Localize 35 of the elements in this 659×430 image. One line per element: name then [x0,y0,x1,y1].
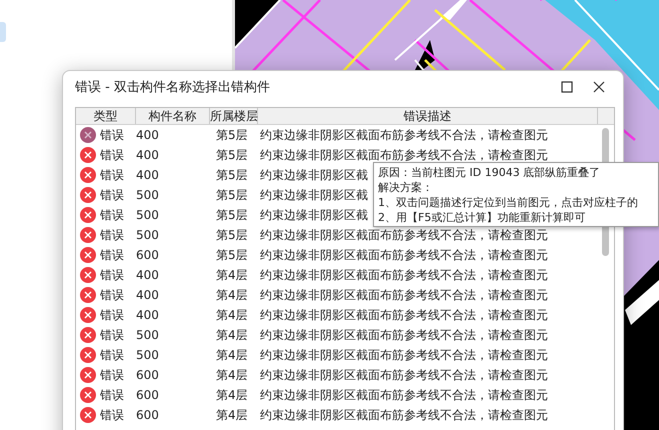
floor-cell-text: 第5层 [215,246,249,264]
tooltip-line: 2、用【F5或汇总计算】功能重新计算即可 [378,210,586,225]
type-cell: 错误 [100,286,124,304]
dialog-title: 错误 - 双击构件名称选择出错构件 [75,79,271,96]
tooltip-line: 解决方案： [378,180,434,195]
type-cell: 错误 [100,346,124,364]
type-cell: 错误 [100,166,124,184]
floor-cell-text: 第5层 [215,226,249,244]
type-cell: 错误 [100,406,124,424]
type-cell: 错误 [100,226,124,244]
floor-cell-text: 第4层 [215,306,249,324]
type-cell: 错误 [100,366,124,384]
tooltip-line: 1、双击问题描述行定位到当前图元，点击对应柱子的 [378,195,639,210]
floor-cell-text: 第4层 [215,286,249,304]
floor-cell-text: 第5层 [215,166,249,184]
type-cell: 错误 [100,326,124,344]
type-cell: 错误 [100,306,124,324]
floor-cell-text: 第4层 [215,266,249,284]
type-cell: 错误 [100,266,124,284]
type-cell: 错误 [100,126,124,144]
floor-cell-text: 第4层 [215,406,249,424]
floor-cell-text: 第4层 [215,346,249,364]
floor-cell-text: 第4层 [215,386,249,404]
floor-cell-text: 第5层 [215,206,249,224]
type-cell: 错误 [100,206,124,224]
floor-cell-text: 第5层 [215,126,249,144]
type-cell: 错误 [100,386,124,404]
floor-cell-text: 第5层 [215,146,249,164]
floor-cell-text: 第4层 [215,326,249,344]
type-cell: 错误 [100,246,124,264]
tooltip-line: 原因：当前柱图元 ID 19043 底部纵筋重叠了 [378,165,602,180]
floor-cell-text: 第4层 [215,366,249,384]
floor-cell-text: 第5层 [215,186,249,204]
type-cell: 错误 [100,186,124,204]
type-cell: 错误 [100,146,124,164]
